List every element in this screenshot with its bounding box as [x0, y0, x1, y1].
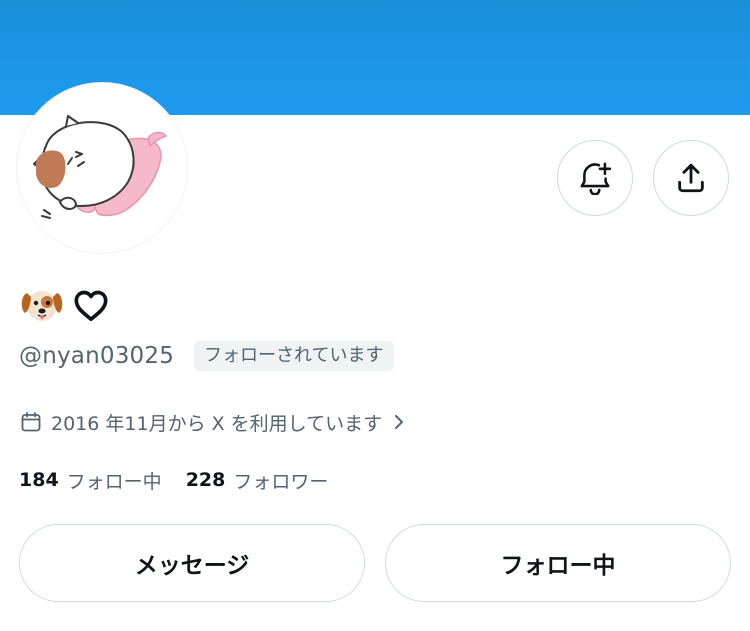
bell-plus-icon [580, 162, 612, 195]
followers-label: フォロワー [233, 470, 329, 493]
notify-button[interactable] [557, 140, 633, 216]
joined-text: 2016 年11月から X を利用しています [51, 412, 383, 435]
message-button[interactable]: メッセージ [19, 524, 365, 602]
followers-stat[interactable]: 228 フォロワー [186, 467, 329, 494]
share-upload-icon [678, 163, 704, 193]
calendar-icon [19, 410, 43, 434]
user-handle: @nyan03025 [19, 343, 175, 369]
following-label: フォロー中 [66, 470, 162, 493]
following-button[interactable]: フォロー中 [385, 524, 731, 602]
following-stat[interactable]: 184 フォロー中 [19, 467, 162, 494]
follow-stats: 184 フォロー中 228 フォロワー [19, 464, 328, 496]
following-count: 184 [19, 469, 59, 491]
avatar[interactable] [17, 83, 187, 253]
white-heart-emoji-icon [74, 290, 108, 321]
chevron-right-icon [392, 412, 406, 432]
display-name [19, 285, 111, 325]
profile-page: @nyan03025 フォローされています 2016 年11月から X を利用し… [0, 0, 750, 631]
follows-you-badge: フォローされています [194, 341, 394, 371]
dog-face-emoji-icon [21, 291, 63, 321]
handle-row: @nyan03025 フォローされています [19, 340, 394, 372]
followers-count: 228 [185, 469, 226, 491]
share-button[interactable] [653, 140, 729, 216]
avatar-cat-illustration [20, 86, 184, 250]
joined-date[interactable]: 2016 年11月から X を利用しています [19, 406, 406, 438]
